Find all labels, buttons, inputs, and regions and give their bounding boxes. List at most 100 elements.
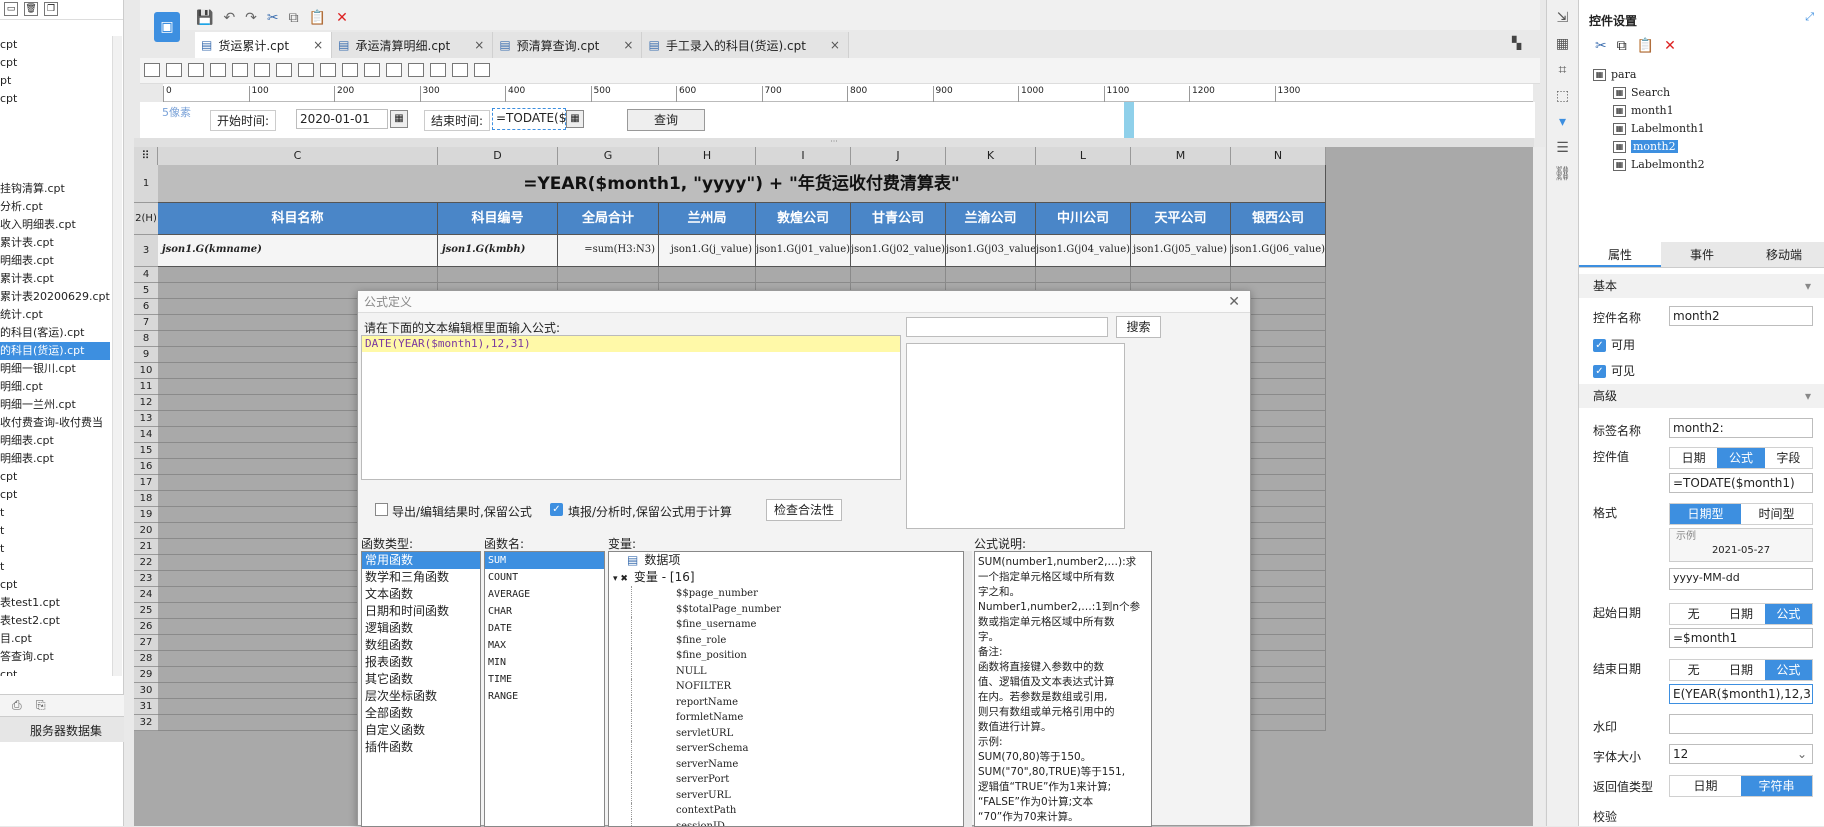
row-header[interactable]: 30 <box>134 683 158 699</box>
widget-tool-icon[interactable] <box>408 63 424 77</box>
function-type-list[interactable]: 常用函数数学和三角函数文本函数日期和时间函数逻辑函数数组函数报表函数其它函数层次… <box>361 551 481 827</box>
column-header[interactable]: I <box>756 147 851 165</box>
file-list-item[interactable]: cpt <box>0 36 110 54</box>
header-cell[interactable]: 银西公司 <box>1231 203 1326 235</box>
empty-cell[interactable] <box>756 267 851 283</box>
variable-item[interactable]: $$totalPage_number <box>631 602 963 618</box>
row-header[interactable]: 23 <box>134 571 158 587</box>
variable-item[interactable]: formletName <box>631 710 963 726</box>
widget-tree-item[interactable]: ▦month1 <box>1593 102 1813 120</box>
redo-icon[interactable]: ↷ <box>245 10 257 26</box>
header-cell[interactable]: 甘青公司 <box>851 203 946 235</box>
widget-tree-item[interactable]: ▦Labelmonth2 <box>1593 156 1813 174</box>
file-list-item[interactable]: t <box>0 522 110 540</box>
end-date-mode[interactable]: 无日期公式 <box>1669 659 1813 681</box>
column-header[interactable]: H <box>659 147 756 165</box>
widget-tool-icon[interactable] <box>386 63 402 77</box>
widget-tree-item[interactable]: ▦para <box>1593 66 1813 84</box>
variable-item[interactable]: $fine_role <box>631 633 963 649</box>
property-tab[interactable]: 属性 <box>1579 242 1661 267</box>
collapse-icon[interactable]: ▾ ✖ <box>613 574 628 584</box>
mode-option[interactable]: 日期 <box>1717 660 1764 680</box>
file-list-item[interactable]: cpt <box>0 468 110 486</box>
function-type-item[interactable]: 数组函数 <box>362 637 480 654</box>
grid-icon[interactable]: ▦ <box>1556 36 1569 52</box>
header-cell[interactable]: 科目编号 <box>438 203 558 235</box>
column-header[interactable]: J <box>851 147 946 165</box>
file-list-item[interactable]: 收入明细表.cpt <box>0 216 110 234</box>
start-date-mode[interactable]: 无日期公式 <box>1669 603 1813 625</box>
data-cell[interactable]: json1.G(j05_value) <box>1131 235 1231 267</box>
function-name-item[interactable]: TIME <box>485 671 604 688</box>
pane-splitter[interactable]: ··· <box>134 138 1534 147</box>
widget-settings-icon[interactable]: ▾ <box>1559 114 1566 130</box>
data-cell[interactable]: json1.G(j_value) <box>659 235 756 267</box>
close-icon[interactable]: × <box>623 38 633 52</box>
file-list-item[interactable] <box>0 108 110 126</box>
dataset-icon[interactable]: ⎙ <box>12 698 22 713</box>
widget-tool-icon[interactable] <box>430 63 446 77</box>
close-icon[interactable]: × <box>830 38 840 52</box>
data-cell[interactable]: json1.G(j01_value) <box>756 235 851 267</box>
row-header[interactable]: 18 <box>134 491 158 507</box>
column-header[interactable]: K <box>946 147 1036 165</box>
widget-tool-icon[interactable] <box>210 63 226 77</box>
file-list-item[interactable]: 目.cpt <box>0 630 110 648</box>
formula-editor[interactable]: DATE(YEAR($month1),12,31) <box>361 335 901 480</box>
variable-item[interactable]: serverPort <box>631 772 963 788</box>
header-cell[interactable]: 科目名称 <box>158 203 438 235</box>
row-header[interactable]: 31 <box>134 699 158 715</box>
widget-tool-icon[interactable] <box>276 63 292 77</box>
pin-icon[interactable]: ⤢ <box>1805 10 1814 24</box>
file-list-item[interactable]: 累计表.cpt <box>0 234 110 252</box>
close-icon[interactable]: × <box>313 38 323 52</box>
header-cell[interactable]: 兰渝公司 <box>946 203 1036 235</box>
paste-icon[interactable]: 📋 <box>309 10 326 26</box>
check-validity-button[interactable]: 检查合法性 <box>766 499 842 521</box>
row-header[interactable]: 16 <box>134 459 158 475</box>
variable-item[interactable]: contextPath <box>631 803 963 819</box>
variable-item[interactable]: $fine_username <box>631 617 963 633</box>
file-list-item[interactable]: t <box>0 558 110 576</box>
widget-tool-icon[interactable] <box>298 63 314 77</box>
file-list-item[interactable]: cpt <box>0 576 110 594</box>
header-cell[interactable]: 中川公司 <box>1036 203 1131 235</box>
data-cell[interactable]: =sum(H3:N3) <box>558 235 659 267</box>
empty-cell[interactable] <box>1231 267 1326 283</box>
row-header[interactable]: 17 <box>134 475 158 491</box>
row-header[interactable]: 1 <box>134 165 158 203</box>
column-header[interactable]: C <box>158 147 438 165</box>
widget-tool-icon[interactable] <box>474 63 490 77</box>
mode-option[interactable]: 无 <box>1670 660 1717 680</box>
function-type-item[interactable]: 数学和三角函数 <box>362 569 480 586</box>
file-list-scrollbar[interactable] <box>112 36 122 676</box>
row-header[interactable]: 27 <box>134 635 158 651</box>
control-value-input[interactable]: =TODATE($month1) <box>1669 473 1813 493</box>
row-header[interactable]: 6 <box>134 299 158 315</box>
file-list-item[interactable]: t <box>0 504 110 522</box>
property-tab[interactable]: 移动端 <box>1743 242 1824 267</box>
row-header[interactable]: 14 <box>134 427 158 443</box>
row-header[interactable]: 26 <box>134 619 158 635</box>
data-cell[interactable]: json1.G(j06_value) <box>1231 235 1326 267</box>
widget-tool-icon[interactable] <box>452 63 468 77</box>
fill-keep-formula-checkbox[interactable]: ✓ <box>550 503 563 516</box>
row-header[interactable]: 2(H) <box>134 203 158 235</box>
mode-option[interactable]: 公式 <box>1717 448 1764 468</box>
widget-tool-icon[interactable] <box>254 63 270 77</box>
condition-icon[interactable]: ⌗ <box>1559 62 1567 78</box>
mode-option[interactable]: 日期 <box>1670 448 1717 468</box>
label-name-input[interactable]: month2: <box>1669 418 1813 438</box>
function-name-item[interactable]: SUM <box>485 552 604 569</box>
row-header[interactable]: 5 <box>134 283 158 299</box>
row-header[interactable]: 4 <box>134 267 158 283</box>
file-list-item[interactable]: 明细.cpt <box>0 378 110 396</box>
function-name-item[interactable]: AVERAGE <box>485 586 604 603</box>
file-list-item[interactable]: 累计表20200629.cpt <box>0 288 110 306</box>
file-list-item[interactable]: 表test2.cpt <box>0 612 110 630</box>
variable-item[interactable]: $$page_number <box>631 586 963 602</box>
mode-option[interactable]: 字符串 <box>1741 776 1812 796</box>
return-type-mode[interactable]: 日期字符串 <box>1669 775 1813 797</box>
row-header[interactable]: 24 <box>134 587 158 603</box>
header-cell[interactable]: 兰州局 <box>659 203 756 235</box>
